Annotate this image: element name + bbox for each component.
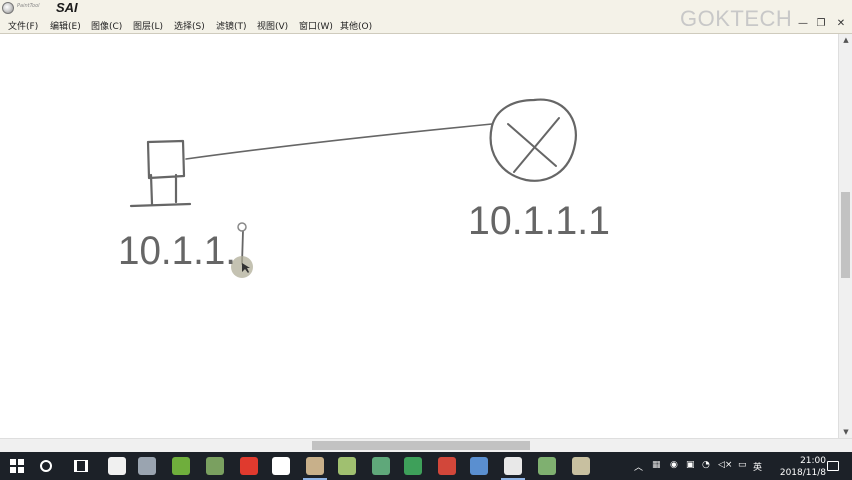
pen-tip-icon <box>237 222 247 232</box>
app-icon-14[interactable] <box>538 457 556 475</box>
left-ip-label: 10.1.1. <box>118 229 236 273</box>
connection-line <box>185 123 493 160</box>
app-icon-8[interactable] <box>338 457 356 475</box>
menu-image[interactable]: 图像(C) <box>91 19 122 32</box>
close-button[interactable]: ✕ <box>834 17 848 30</box>
menu-filter[interactable]: 滤镜(T) <box>216 19 247 32</box>
menu-edit[interactable]: 编辑(E) <box>50 19 81 32</box>
app-logo-icon <box>2 2 14 14</box>
app-icon-4[interactable] <box>206 457 224 475</box>
drawing-canvas[interactable]: 10.1.1. 10.1.1.1 <box>0 34 838 439</box>
app-icon-12[interactable] <box>470 457 488 475</box>
ime-indicator[interactable]: 英 <box>753 460 762 473</box>
wifi-icon[interactable]: ◔ <box>702 460 710 470</box>
tray-app-icon[interactable]: ▦ <box>652 460 661 470</box>
notification-icon[interactable] <box>827 461 839 471</box>
app-icon-3[interactable] <box>172 457 190 475</box>
menu-window[interactable]: 窗口(W) <box>299 19 333 32</box>
scroll-down-icon[interactable]: ▼ <box>839 426 852 438</box>
horizontal-scroll-thumb[interactable] <box>312 441 530 450</box>
restore-button[interactable]: ❐ <box>814 17 828 30</box>
volume-icon[interactable]: ◁× <box>718 460 732 470</box>
minimize-button[interactable]: — <box>796 17 810 30</box>
menu-select[interactable]: 选择(S) <box>174 19 205 32</box>
menu-view[interactable]: 视图(V) <box>257 19 288 32</box>
app-icon-10[interactable] <box>404 457 422 475</box>
app-icon-13[interactable] <box>501 457 525 480</box>
tray-chevron-up-icon[interactable]: ︿ <box>634 460 643 473</box>
menu-other[interactable]: 其他(O) <box>340 19 372 32</box>
task-view-icon[interactable] <box>74 460 88 472</box>
vertical-scrollbar[interactable]: ▲ ▼ <box>838 34 852 438</box>
router-cross <box>507 117 560 173</box>
keyboard-icon[interactable]: ▭ <box>738 460 747 470</box>
menu-layer[interactable]: 图层(L) <box>133 19 163 32</box>
tray-circle-icon[interactable]: ◉ <box>670 460 678 470</box>
scroll-up-icon[interactable]: ▲ <box>839 34 852 46</box>
taskbar: ︿ ▦ ◉ ▣ ◔ ◁× ▭ 英 21:00 2018/11/8 <box>0 452 852 480</box>
search-icon[interactable] <box>40 460 52 472</box>
computer-sketch <box>129 139 192 208</box>
app-icon-11[interactable] <box>438 457 456 475</box>
right-ip-label: 10.1.1.1 <box>468 199 610 243</box>
app-icon-6[interactable] <box>272 457 290 475</box>
tray-shield-icon[interactable]: ▣ <box>686 460 695 470</box>
app-icon-9[interactable] <box>372 457 390 475</box>
clock-time[interactable]: 21:00 <box>786 456 826 466</box>
app-icon-15[interactable] <box>572 457 590 475</box>
app-icon-5[interactable] <box>240 457 258 475</box>
watermark: GOKTECH <box>680 6 793 31</box>
router-sketch <box>489 98 577 182</box>
windows-start-icon[interactable] <box>10 459 24 473</box>
vertical-scroll-thumb[interactable] <box>841 192 850 278</box>
app-icon-2[interactable] <box>138 457 156 475</box>
app-icon-7[interactable] <box>303 457 327 480</box>
clock-date[interactable]: 2018/11/8 <box>762 468 826 478</box>
sketch-layer: 10.1.1. 10.1.1.1 <box>118 98 610 278</box>
app-title: SAI <box>56 0 78 15</box>
horizontal-scrollbar[interactable] <box>0 438 852 452</box>
app-icon-1[interactable] <box>108 457 126 475</box>
menu-file[interactable]: 文件(F) <box>8 19 38 32</box>
app-brand-small: PaintTool <box>17 3 40 9</box>
